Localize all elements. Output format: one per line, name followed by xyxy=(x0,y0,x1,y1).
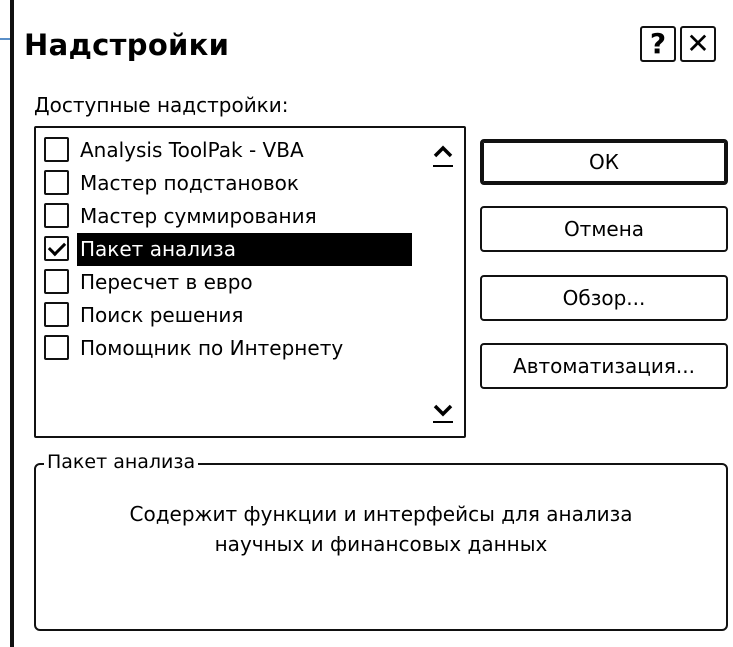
dialog-title: Надстройки xyxy=(24,28,230,62)
list-item-label: Мастер суммирования xyxy=(80,204,317,228)
browse-button[interactable]: Обзор... xyxy=(480,275,728,321)
list-item-internet-assistant[interactable]: Помощник по Интернету xyxy=(44,332,416,365)
list-item-label: Пакет анализа xyxy=(77,233,412,266)
ok-button[interactable]: ОК xyxy=(480,139,728,185)
addins-dialog: Надстройки ? ✕ Доступные надстройки: Ana… xyxy=(10,0,733,647)
checkbox[interactable] xyxy=(44,302,69,327)
checkbox[interactable] xyxy=(44,137,69,162)
chevron-up-icon xyxy=(433,145,453,167)
list-item-label: Помощник по Интернету xyxy=(80,336,344,360)
chevron-down-icon xyxy=(433,404,453,423)
list-item-euro-conversion[interactable]: Пересчет в евро xyxy=(44,266,416,299)
list-item-label: Analysis ToolPak - VBA xyxy=(80,138,304,162)
list-item-lookup-wizard[interactable]: Мастер подстановок xyxy=(44,167,416,200)
description-line-2: научных и финансовых данных xyxy=(214,532,548,556)
description-text: Содержит функции и интерфейсы для анализ… xyxy=(36,499,726,559)
scroll-up-button[interactable] xyxy=(431,142,455,170)
close-icon: ✕ xyxy=(686,27,710,60)
list-item-analysis-toolpak[interactable]: Пакет анализа xyxy=(44,233,416,266)
description-groupbox: Пакет анализа Содержит функции и интерфе… xyxy=(34,451,728,631)
checkbox[interactable] xyxy=(44,170,69,195)
list-item-analysis-toolpak-vba[interactable]: Analysis ToolPak - VBA xyxy=(44,134,416,167)
automation-button[interactable]: Автоматизация... xyxy=(480,343,728,389)
list-item-solver[interactable]: Поиск решения xyxy=(44,299,416,332)
checkbox[interactable] xyxy=(44,335,69,360)
list-item-label: Мастер подстановок xyxy=(80,171,299,195)
scroll-down-button[interactable] xyxy=(431,398,455,426)
checkbox[interactable] xyxy=(44,203,69,228)
help-button[interactable]: ? xyxy=(640,26,676,62)
checkbox[interactable] xyxy=(44,269,69,294)
list-item-sum-wizard[interactable]: Мастер суммирования xyxy=(44,200,416,233)
addins-listbox[interactable]: Analysis ToolPak - VBA Мастер подстаново… xyxy=(34,126,466,438)
available-addins-label: Доступные надстройки: xyxy=(34,93,289,117)
description-line-1: Содержит функции и интерфейсы для анализ… xyxy=(129,502,633,526)
list-item-label: Поиск решения xyxy=(80,303,244,327)
list-item-label: Пересчет в евро xyxy=(80,270,253,294)
checkbox-checked[interactable] xyxy=(44,236,69,261)
cancel-button[interactable]: Отмена xyxy=(480,206,728,252)
close-button[interactable]: ✕ xyxy=(680,26,716,62)
description-group-title: Пакет анализа xyxy=(44,451,199,473)
help-icon: ? xyxy=(649,27,667,60)
